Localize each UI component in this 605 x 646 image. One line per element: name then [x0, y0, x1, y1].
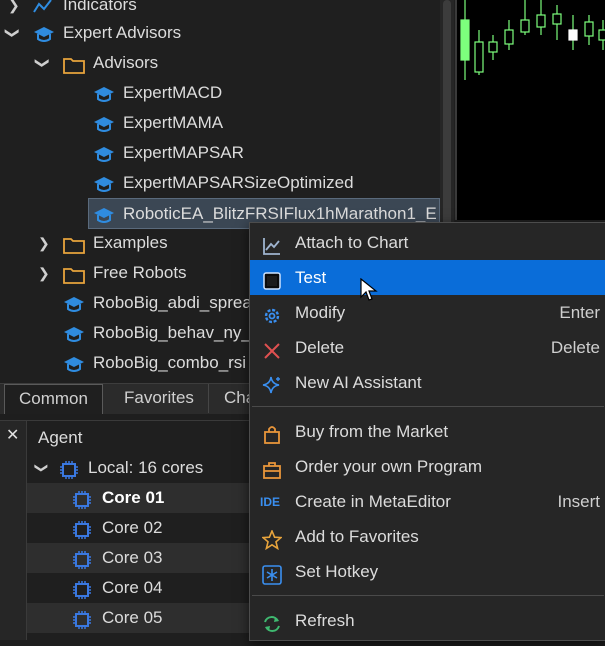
chevron-down-icon[interactable]: ❯ [0, 27, 28, 39]
scrollbar-thumb[interactable] [443, 0, 451, 250]
tree-item-expert-advisors[interactable]: ❯ Expert Advisors [0, 18, 440, 48]
gear-icon [262, 303, 282, 324]
menu-separator [252, 595, 604, 596]
tree-item-expertmapsar[interactable]: ExpertMAPSAR [0, 138, 440, 168]
tree-folder-advisors[interactable]: ❯ Advisors [0, 48, 440, 78]
close-icon[interactable]: ✕ [6, 425, 19, 445]
context-menu: Attach to Chart Test Modify Enter Delete… [249, 222, 605, 641]
price-chart[interactable] [455, 0, 605, 220]
agent-core-02[interactable]: Core 02 [27, 513, 250, 543]
sparkle-icon [262, 373, 282, 394]
cpu-icon [73, 609, 91, 639]
tab-common[interactable]: Common [4, 384, 103, 414]
tab-favorites[interactable]: Favorites [110, 384, 209, 413]
agents-side-strip: ✕ [0, 421, 27, 640]
menu-item-refresh[interactable]: Refresh [250, 603, 605, 638]
chevron-down-icon[interactable]: ❯ [28, 57, 58, 69]
chevron-down-icon[interactable]: ❯ [26, 463, 56, 474]
agent-group-local[interactable]: ❯ Local: 16 cores [27, 453, 250, 483]
agent-core-03[interactable]: Core 03 [27, 543, 250, 573]
agents-column-header[interactable]: Agent [27, 423, 250, 453]
menu-item-buy-from-market[interactable]: Buy from the Market [250, 414, 605, 449]
candlestick-chart-graphic [460, 0, 605, 80]
menu-item-order-program[interactable]: Order your own Program [250, 449, 605, 484]
menu-item-create-in-metaeditor[interactable]: IDE Create in MetaEditor Insert [250, 484, 605, 519]
menu-item-add-to-favorites[interactable]: Add to Favorites [250, 519, 605, 554]
tree-item-expertmapsarsizeoptimized[interactable]: ExpertMAPSARSizeOptimized [0, 168, 440, 198]
tree-item-indicators[interactable]: ❯ Indicators [0, 0, 440, 20]
menu-item-new-ai-assistant[interactable]: New AI Assistant [250, 365, 605, 400]
menu-item-modify[interactable]: Modify Enter [250, 295, 605, 330]
chevron-right-icon[interactable]: ❯ [38, 228, 50, 258]
delete-x-icon [262, 338, 282, 359]
menu-item-set-hotkey[interactable]: Set Hotkey [250, 554, 605, 589]
navigator-tabs: Common Favorites Cha [0, 383, 255, 414]
menu-separator [252, 406, 604, 407]
hotkey-asterisk-icon [262, 562, 282, 585]
chevron-right-icon[interactable]: ❯ [8, 0, 20, 20]
line-chart-icon [262, 233, 282, 255]
agent-core-05[interactable]: Core 05 [27, 603, 250, 633]
chevron-right-icon[interactable]: ❯ [38, 258, 50, 288]
agent-core-01[interactable]: Core 01 [27, 483, 250, 513]
tree-item-expertmama[interactable]: ExpertMAMA [0, 108, 440, 138]
menu-item-delete[interactable]: Delete Delete [250, 330, 605, 365]
agent-core-04[interactable]: Core 04 [27, 573, 250, 603]
tree-item-expertmacd[interactable]: ExpertMACD [0, 78, 440, 108]
briefcase-icon [262, 457, 282, 479]
menu-item-attach-to-chart[interactable]: Attach to Chart [250, 225, 605, 260]
star-icon [260, 527, 284, 551]
agents-panel: ✕ Agent ❯ Local: 16 cores Core 01 Core 0… [0, 420, 250, 640]
menu-item-test[interactable]: Test [250, 260, 605, 301]
refresh-icon [262, 611, 282, 632]
chip-test-icon [262, 268, 282, 290]
shopping-bag-icon [262, 422, 282, 444]
graduation-cap-icon [63, 354, 85, 383]
ide-icon: IDE [260, 495, 281, 509]
